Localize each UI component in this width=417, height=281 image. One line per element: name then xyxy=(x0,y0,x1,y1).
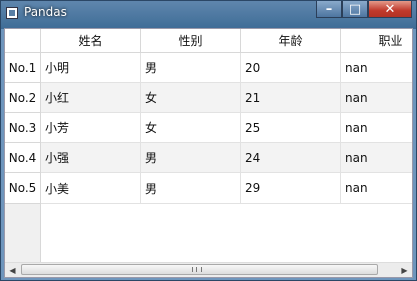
table-cell[interactable]: 24 xyxy=(241,143,341,173)
app-window: Pandas – □ ✕ 姓名 性别 年龄 职业 No.1 小明 男 20 na… xyxy=(0,0,417,281)
column-header-job[interactable]: 职业 xyxy=(341,29,412,53)
table-cell[interactable]: 29 xyxy=(241,173,341,204)
scrollbar-thumb[interactable] xyxy=(21,264,378,275)
title-bar[interactable]: Pandas – □ ✕ xyxy=(1,1,416,25)
close-button[interactable]: ✕ xyxy=(368,1,412,18)
table-cell[interactable]: 男 xyxy=(141,143,241,173)
maximize-button[interactable]: □ xyxy=(342,1,368,18)
row-header[interactable]: No.2 xyxy=(5,83,41,113)
table-cell[interactable]: 20 xyxy=(241,53,341,83)
scroll-right-arrow-icon[interactable]: ▶ xyxy=(397,263,412,277)
data-grid[interactable]: 姓名 性别 年龄 职业 No.1 小明 男 20 nan No.2 小红 女 2… xyxy=(5,29,412,262)
row-header-filler xyxy=(5,204,41,262)
table-cell[interactable]: 女 xyxy=(141,113,241,143)
table-cell[interactable]: 小强 xyxy=(41,143,141,173)
table-cell[interactable]: 男 xyxy=(141,53,241,83)
table-cell[interactable]: 小芳 xyxy=(41,113,141,143)
table-cell[interactable]: 男 xyxy=(141,173,241,204)
row-header[interactable]: No.1 xyxy=(5,53,41,83)
minimize-button[interactable]: – xyxy=(316,1,342,18)
table-cell[interactable]: 小美 xyxy=(41,173,141,204)
column-header-gender[interactable]: 性别 xyxy=(141,29,241,53)
table-cell[interactable]: nan xyxy=(341,83,412,113)
table-cell[interactable]: nan xyxy=(341,53,412,83)
table-cell[interactable]: nan xyxy=(341,173,412,204)
window-title: Pandas xyxy=(24,5,67,19)
table-cell[interactable]: 女 xyxy=(141,83,241,113)
column-header-name[interactable]: 姓名 xyxy=(41,29,141,53)
horizontal-scrollbar[interactable]: ◀ ▶ xyxy=(5,262,412,277)
table-cell[interactable]: 21 xyxy=(241,83,341,113)
table-cell[interactable]: nan xyxy=(341,143,412,173)
app-icon xyxy=(6,7,18,19)
table-cell[interactable]: 25 xyxy=(241,113,341,143)
table-cell[interactable]: nan xyxy=(341,113,412,143)
scroll-left-arrow-icon[interactable]: ◀ xyxy=(5,263,20,277)
table-cell[interactable]: 小明 xyxy=(41,53,141,83)
corner-button[interactable] xyxy=(5,29,41,53)
table-view: 姓名 性别 年龄 职业 No.1 小明 男 20 nan No.2 小红 女 2… xyxy=(4,28,413,278)
table-cell[interactable]: 小红 xyxy=(41,83,141,113)
row-header[interactable]: No.5 xyxy=(5,173,41,204)
column-header-age[interactable]: 年龄 xyxy=(241,29,341,53)
grip-icon xyxy=(192,267,202,272)
row-header[interactable]: No.3 xyxy=(5,113,41,143)
row-header[interactable]: No.4 xyxy=(5,143,41,173)
